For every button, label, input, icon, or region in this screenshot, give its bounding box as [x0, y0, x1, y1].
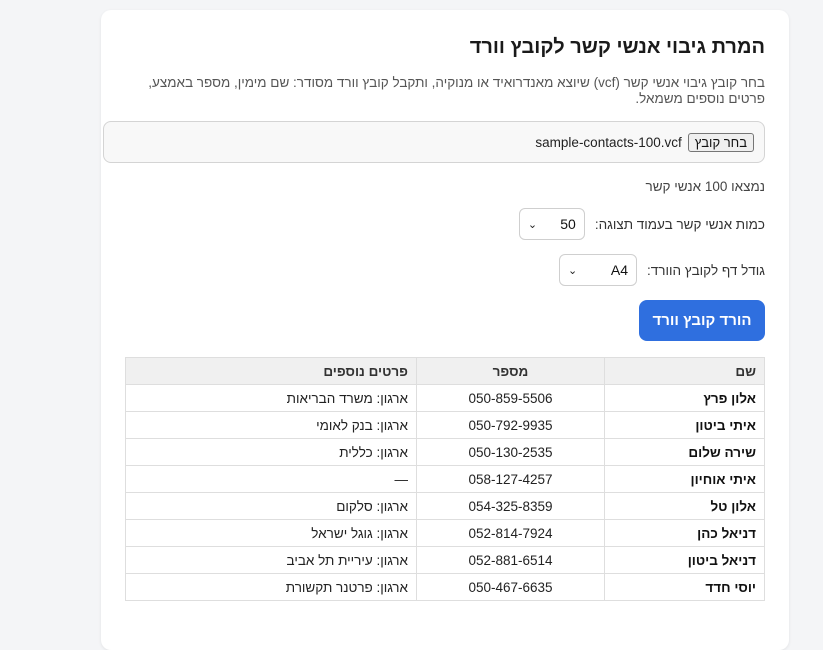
contact-details: ארגון: פרטנר תקשורת [125, 573, 417, 601]
table-row: דניאל כהן 052-814-7924 ארגון: גוגל ישראל [125, 519, 765, 547]
contact-details: ארגון: כללית [125, 438, 417, 466]
contact-name: דניאל כהן [604, 519, 765, 547]
selected-file-name: sample-contacts-100.vcf [535, 134, 682, 150]
contacts-found-text: נמצאו 100 אנשי קשר [645, 179, 765, 194]
contact-number: 052-881-6514 [416, 546, 605, 574]
converter-card: המרת גיבוי אנשי קשר לקובץ וורד בחר קובץ … [101, 10, 789, 650]
contact-number: 050-467-6635 [416, 573, 605, 601]
table-row: אלון טל 054-325-8359 ארגון: סלקום [125, 492, 765, 520]
contact-number: 050-859-5506 [416, 384, 605, 412]
page-size-control: גודל דף לקובץ הוורד: A4 ⌄ [559, 254, 765, 286]
per-page-control: כמות אנשי קשר בעמוד תצוגה: 50 ⌄ [518, 208, 765, 240]
page-size-select[interactable]: A4 ⌄ [559, 254, 638, 286]
contact-number: 052-814-7924 [416, 519, 605, 547]
contact-name: אלון טל [604, 492, 765, 520]
table-row: אלון פרץ 050-859-5506 ארגון: משרד הבריאו… [125, 384, 765, 412]
header-name: שם [604, 357, 765, 385]
table-row: דניאל ביטון 052-881-6514 ארגון: עיריית ת… [125, 546, 765, 574]
contact-number: 050-792-9935 [416, 411, 605, 439]
per-page-select[interactable]: 50 ⌄ [518, 208, 585, 240]
contact-details: — [125, 465, 417, 493]
contact-details: ארגון: סלקום [125, 492, 417, 520]
contacts-table: שם מספר פרטים נוספים אלון פרץ 050-859-55… [125, 357, 765, 601]
contact-name: איתי אוחיון [604, 465, 765, 493]
contact-number: 050-130-2535 [416, 438, 605, 466]
chevron-down-icon: ⌄ [527, 218, 538, 231]
page-description: בחר קובץ גיבוי אנשי קשר (vcf) שיוצא מאנד… [148, 75, 765, 106]
contact-name: אלון פרץ [604, 384, 765, 412]
contact-details: ארגון: גוגל ישראל [125, 519, 417, 547]
contact-details: ארגון: עיריית תל אביב [125, 546, 417, 574]
table-header-row: שם מספר פרטים נוספים [125, 357, 765, 385]
contact-details: ארגון: משרד הבריאות [125, 384, 417, 412]
contact-number: 054-325-8359 [416, 492, 605, 520]
contact-details: ארגון: בנק לאומי [125, 411, 417, 439]
contact-number: 058-127-4257 [416, 465, 605, 493]
page-size-label: גודל דף לקובץ הוורד: [647, 262, 765, 278]
table-row: איתי ביטון 050-792-9935 ארגון: בנק לאומי [125, 411, 765, 439]
header-number: מספר [416, 357, 605, 385]
choose-file-button[interactable]: בחר קובץ [687, 132, 754, 152]
table-row: יוסי חדד 050-467-6635 ארגון: פרטנר תקשור… [125, 573, 765, 601]
page-size-value: A4 [610, 262, 629, 278]
contact-name: איתי ביטון [604, 411, 765, 439]
download-word-button[interactable]: הורד קובץ וורד [639, 300, 765, 341]
header-details: פרטים נוספים [125, 357, 417, 385]
contact-name: יוסי חדד [604, 573, 765, 601]
file-input[interactable]: בחר קובץ sample-contacts-100.vcf [103, 121, 765, 163]
contact-name: שירה שלום [604, 438, 765, 466]
table-row: שירה שלום 050-130-2535 ארגון: כללית [125, 438, 765, 466]
page-title: המרת גיבוי אנשי קשר לקובץ וורד [469, 36, 765, 58]
per-page-label: כמות אנשי קשר בעמוד תצוגה: [594, 216, 765, 232]
chevron-down-icon: ⌄ [568, 264, 578, 277]
table-row: איתי אוחיון 058-127-4257 — [125, 465, 765, 493]
contact-name: דניאל ביטון [604, 546, 765, 574]
per-page-value: 50 [560, 216, 576, 232]
